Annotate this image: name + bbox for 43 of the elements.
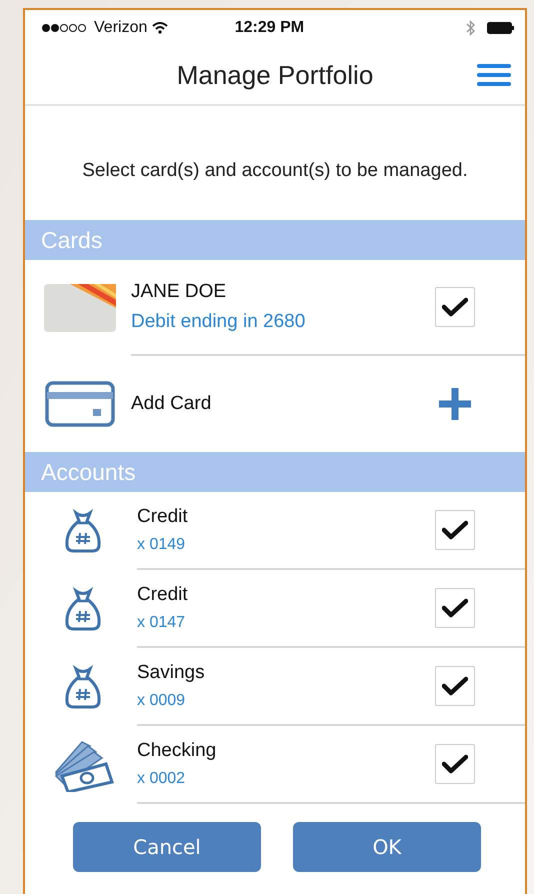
- status-time: 12:29 PM: [234, 19, 304, 37]
- cardholder-name: JANE DOE: [131, 281, 228, 303]
- instruction-text: Select card(s) and account(s) to be managed.: [82, 160, 468, 182]
- money-bag-icon: [64, 509, 102, 553]
- menu-icon: [477, 63, 511, 87]
- checkmark-icon: [442, 520, 468, 540]
- account-number: x 0149: [137, 536, 186, 554]
- account-number: x 0147: [137, 614, 186, 632]
- wifi-icon: [152, 22, 168, 34]
- checkbox[interactable]: [435, 510, 475, 550]
- dialog-button[interactable]: OK: [293, 822, 481, 872]
- add-button[interactable]: [439, 388, 471, 420]
- checkbox[interactable]: [435, 588, 475, 628]
- account-name: Credit: [137, 506, 189, 528]
- card-detail: Debit ending in 2680: [131, 311, 306, 333]
- menu-button[interactable]: [477, 63, 511, 87]
- credit-card-icon: [45, 381, 115, 427]
- checkmark-icon: [442, 754, 468, 774]
- money-bag-icon: [64, 587, 102, 631]
- section-header: Accounts: [25, 452, 525, 492]
- checkbox[interactable]: [435, 287, 475, 327]
- signal-icon: [41, 23, 89, 33]
- page-title: Manage Portfolio: [176, 60, 374, 90]
- add-card-label: Add Card: [131, 393, 212, 415]
- battery-icon: [487, 22, 515, 34]
- section-header: Cards: [25, 220, 525, 260]
- carrier-name: Verizon: [94, 19, 148, 37]
- checkbox[interactable]: [435, 666, 475, 706]
- bluetooth-icon: [466, 20, 475, 36]
- account-name: Checking: [137, 740, 218, 762]
- account-name: Savings: [137, 662, 206, 684]
- card-drawing: [44, 284, 116, 332]
- plus-icon: [439, 388, 471, 420]
- account-number: x 0002: [137, 770, 186, 788]
- money-bag-icon: [64, 665, 102, 709]
- account-number: x 0009: [137, 692, 186, 710]
- account-name: Credit: [137, 584, 189, 606]
- dialog-button[interactable]: Cancel: [73, 822, 261, 872]
- cash-stack-icon: [52, 738, 114, 792]
- checkbox[interactable]: [435, 744, 475, 784]
- checkmark-icon: [442, 297, 468, 317]
- checkmark-icon: [442, 598, 468, 618]
- checkmark-icon: [442, 676, 468, 696]
